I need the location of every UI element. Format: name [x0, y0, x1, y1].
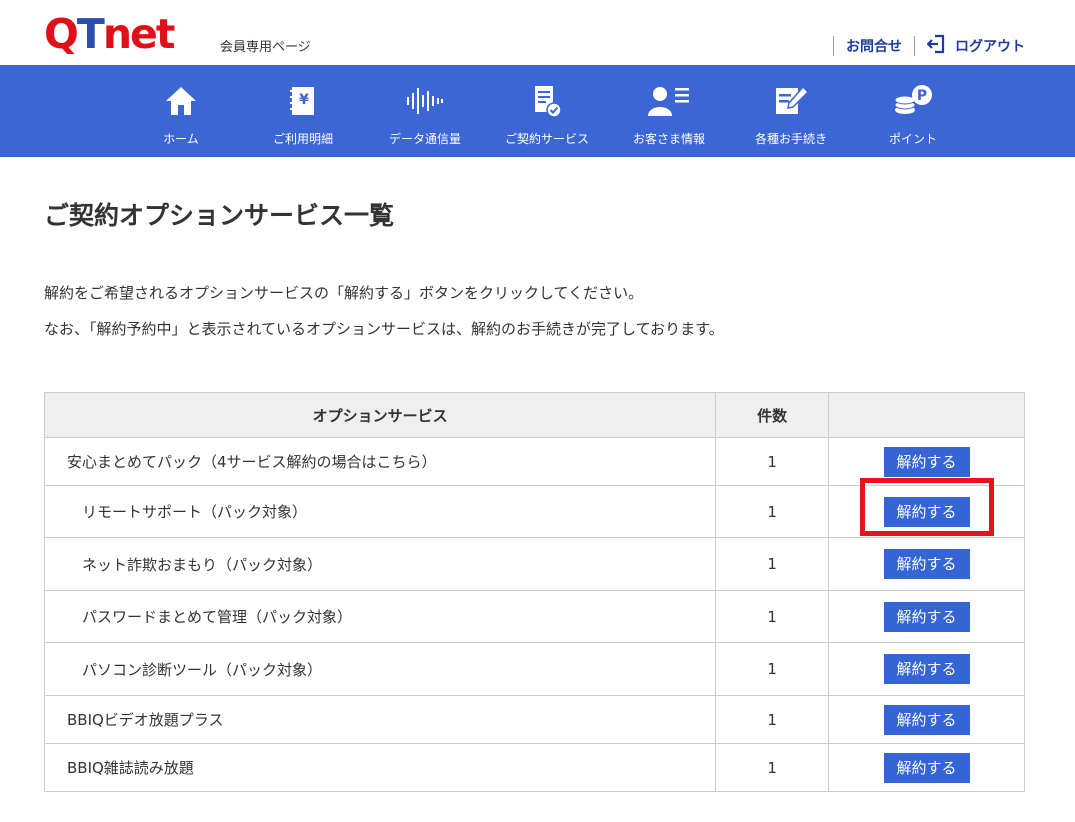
nav-item-procedures[interactable]: 各種お手続き: [730, 65, 852, 157]
invoice-icon: ¥: [288, 84, 318, 118]
cancel-service-button[interactable]: 解約する: [883, 496, 970, 527]
main-nav: ホーム ¥ ご利用明細 データ通信量 ご契約サービス お客さま情報 各種お手続き…: [0, 65, 1075, 157]
logo-subtitle: 会員専用ページ: [220, 40, 311, 55]
logout-icon: [926, 34, 947, 58]
signal-wave-icon: [405, 84, 445, 118]
points-coin-icon: P: [892, 84, 934, 118]
cancel-service-button[interactable]: 解約する: [883, 601, 970, 632]
instructions: 解約をご希望されるオプションサービスの「解約する」ボタンをクリックしてください。…: [44, 275, 724, 347]
table-row: BBIQ雑誌読み放題 1 解約する: [43, 743, 1025, 792]
nav-label: ポイント: [888, 132, 937, 146]
page-title: ご契約オプションサービス一覧: [44, 201, 395, 230]
user-info-icon: [647, 84, 691, 118]
contract-icon: [531, 84, 563, 118]
form-edit-icon: [773, 84, 809, 118]
logo-wordmark: QTnet: [44, 10, 175, 58]
action-cell: 解約する: [828, 537, 1025, 591]
action-cell: 解約する: [828, 642, 1025, 696]
table-row: パソコン診断ツール（パック対象） 1 解約する: [43, 642, 1025, 696]
service-name: リモートサポート（パック対象）: [43, 485, 717, 538]
action-cell: 解約する: [828, 437, 1025, 486]
table-header-row: オプションサービス 件数: [43, 392, 1025, 438]
cancel-service-button[interactable]: 解約する: [883, 752, 970, 783]
nav-item-home[interactable]: ホーム: [120, 65, 242, 157]
service-name: BBIQビデオ放題プラス: [43, 695, 717, 744]
cancel-service-button[interactable]: 解約する: [883, 704, 970, 735]
nav-label: 各種お手続き: [754, 132, 827, 146]
cancel-service-button[interactable]: 解約する: [883, 654, 970, 684]
cancel-service-button[interactable]: 解約する: [883, 446, 970, 477]
nav-item-data-usage[interactable]: データ通信量: [364, 65, 486, 157]
nav-label: ホーム: [163, 132, 199, 146]
table-row: 安心まとめてパック（4サービス解約の場合はこちら） 1 解約する: [43, 437, 1025, 486]
nav-label: ご利用明細: [272, 132, 333, 146]
table-row: ネット詐欺おまもり（パック対象） 1 解約する: [43, 537, 1025, 591]
table-row: BBIQビデオ放題プラス 1 解約する: [43, 695, 1025, 744]
divider: [833, 36, 834, 56]
action-cell: 解約する: [828, 477, 1025, 538]
service-count: 1: [715, 743, 830, 792]
nav-item-billing[interactable]: ¥ ご利用明細: [242, 65, 364, 157]
table-row: パスワードまとめて管理（パック対象） 1 解約する: [43, 590, 1025, 643]
service-count: 1: [715, 695, 830, 744]
service-name: BBIQ雑誌読み放題: [43, 743, 717, 792]
instruction-line: 解約をご希望されるオプションサービスの「解約する」ボタンをクリックしてください。: [44, 284, 644, 302]
column-header-service: オプションサービス: [43, 392, 717, 438]
service-count: 1: [715, 485, 830, 538]
cancel-service-button[interactable]: 解約する: [883, 549, 970, 579]
column-header-count: 件数: [715, 392, 830, 438]
svg-text:P: P: [917, 88, 927, 104]
action-cell: 解約する: [828, 590, 1025, 643]
action-cell: 解約する: [828, 743, 1025, 792]
site-header: QTnet 会員専用ページ お問合せ ログアウト: [0, 0, 1075, 65]
option-services-table: オプションサービス 件数 安心まとめてパック（4サービス解約の場合はこちら） 1…: [43, 392, 1025, 792]
utility-links: お問合せ ログアウト: [821, 34, 1025, 58]
service-count: 1: [715, 590, 830, 643]
divider: [914, 36, 915, 56]
nav-item-points[interactable]: P ポイント: [852, 65, 974, 157]
nav-item-customer-info[interactable]: お客さま情報: [608, 65, 730, 157]
service-name: ネット詐欺おまもり（パック対象）: [43, 537, 717, 591]
nav-item-contract-services[interactable]: ご契約サービス: [486, 65, 608, 157]
nav-label: お客さま情報: [632, 132, 705, 146]
service-count: 1: [715, 642, 830, 696]
contact-link[interactable]: お問合せ: [846, 36, 902, 56]
logout-label: ログアウト: [955, 39, 1025, 55]
home-icon: [163, 84, 199, 118]
table-row: リモートサポート（パック対象） 1 解約する: [43, 477, 1025, 538]
service-count: 1: [715, 537, 830, 591]
action-cell: 解約する: [828, 695, 1025, 744]
nav-label: データ通信量: [388, 132, 461, 146]
instruction-line: なお、「解約予約中」と表示されているオプションサービスは、解約のお手続きが完了し…: [44, 320, 724, 338]
qtnet-logo[interactable]: QTnet: [44, 10, 175, 58]
logout-link[interactable]: ログアウト: [926, 34, 1025, 58]
column-header-action: [828, 392, 1025, 438]
service-name: パソコン診断ツール（パック対象）: [43, 642, 717, 696]
service-count: 1: [715, 437, 830, 486]
service-name: パスワードまとめて管理（パック対象）: [43, 590, 717, 643]
nav-label: ご契約サービス: [504, 132, 589, 146]
service-name: 安心まとめてパック（4サービス解約の場合はこちら）: [43, 437, 717, 486]
svg-text:¥: ¥: [299, 92, 309, 108]
